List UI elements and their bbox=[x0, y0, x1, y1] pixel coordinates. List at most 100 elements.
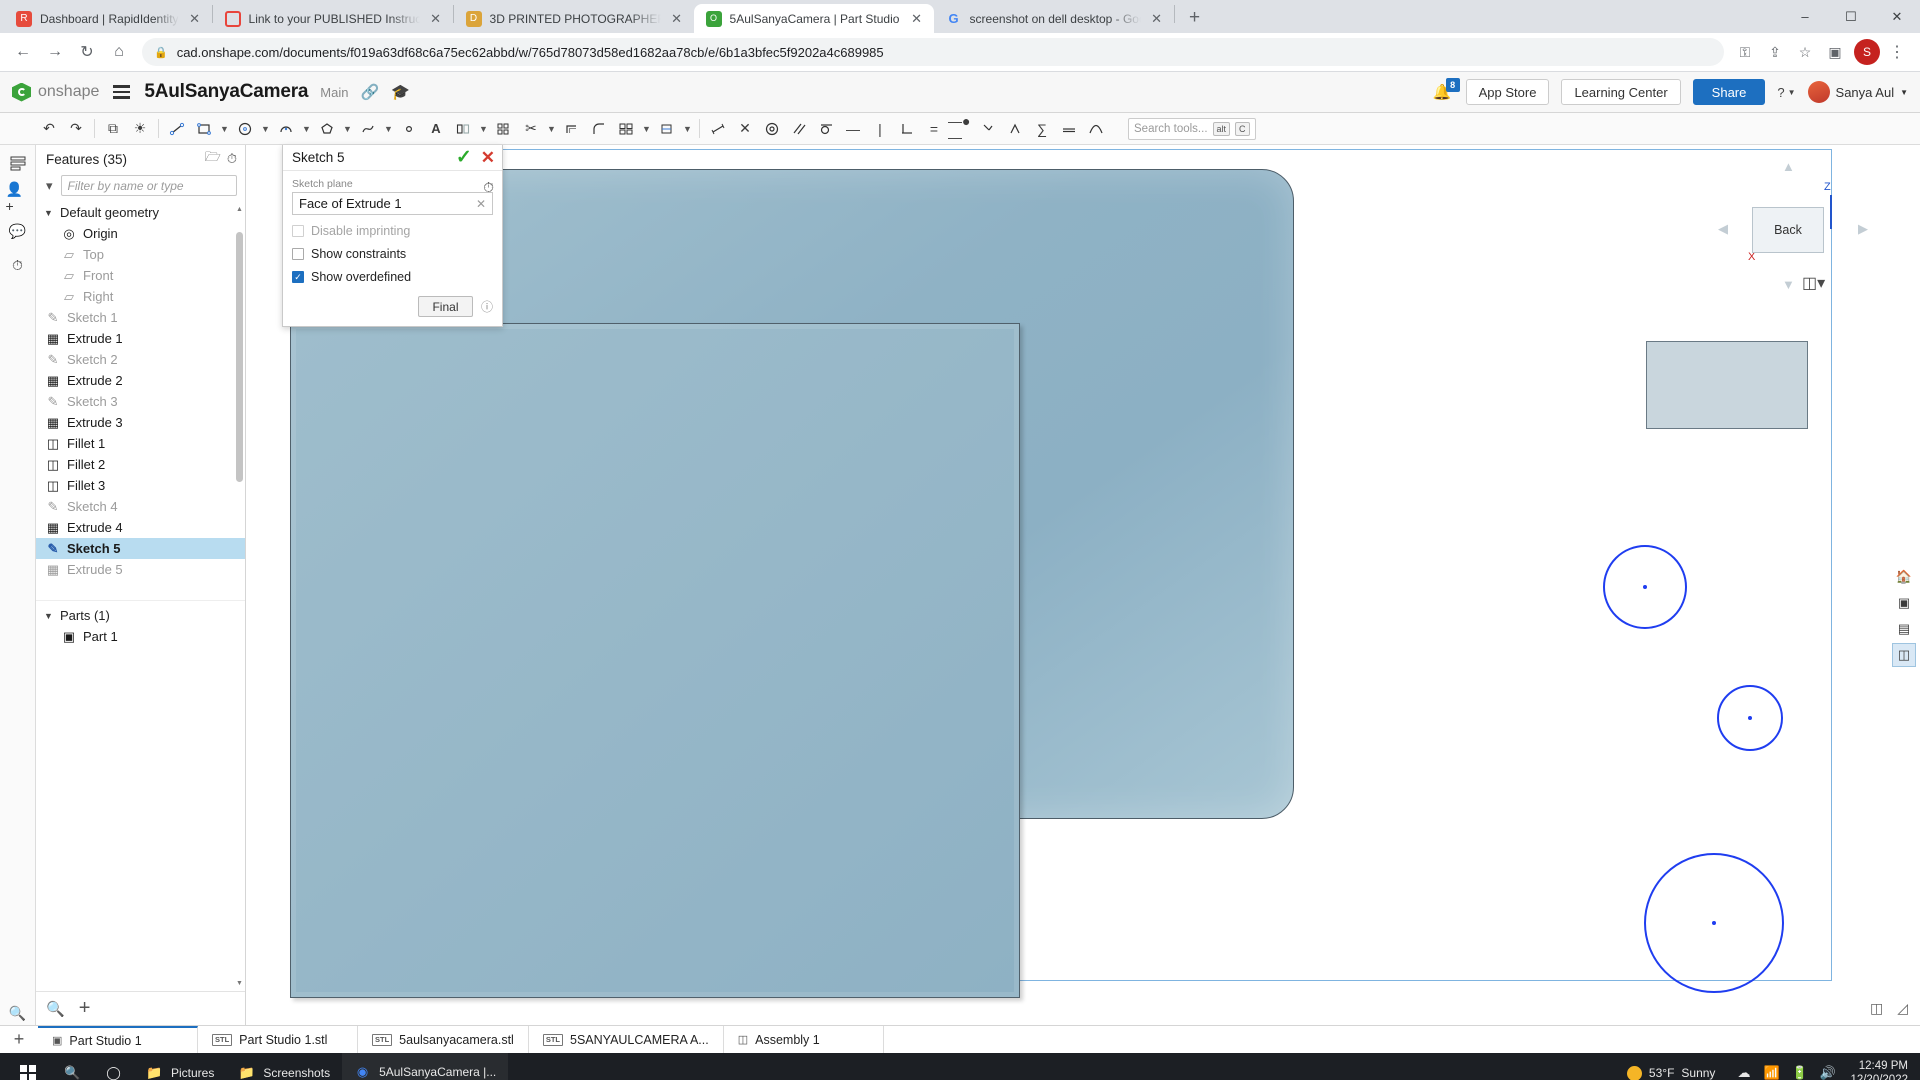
add-collaborator-icon[interactable]: 👤+ bbox=[6, 181, 30, 214]
add-tab-button[interactable]: + bbox=[0, 1026, 38, 1053]
checkbox-show-overdefined[interactable]: ✓ Show overdefined bbox=[292, 270, 493, 284]
share-icon[interactable]: ⇪ bbox=[1762, 39, 1788, 65]
minimize-button[interactable]: – bbox=[1782, 0, 1828, 33]
sketch-plane-field[interactable]: Face of Extrude 1 ✕ bbox=[292, 192, 493, 215]
grid-dropdown-icon[interactable]: ▼ bbox=[640, 116, 653, 142]
trim-dropdown-icon[interactable]: ▼ bbox=[545, 116, 558, 142]
concentric-icon[interactable] bbox=[759, 116, 785, 142]
home-icon[interactable]: ⌂ bbox=[104, 37, 134, 67]
normal-icon[interactable]: ∑ bbox=[1029, 116, 1055, 142]
tree-item-extrude-2[interactable]: ▦ Extrude 2 bbox=[36, 370, 245, 391]
new-tab-button[interactable]: + bbox=[1181, 4, 1209, 32]
search-tools-input[interactable]: Search tools... alt C bbox=[1128, 117, 1256, 140]
rectangle-dropdown-icon[interactable]: ▼ bbox=[218, 116, 231, 142]
close-icon[interactable]: ✕ bbox=[428, 11, 444, 27]
taskbar-item-chrome[interactable]: ◉ 5AulSanyaCamera |... bbox=[342, 1053, 509, 1080]
taskbar-item-screenshots[interactable]: 📁 Screenshots bbox=[226, 1053, 342, 1080]
filter-input[interactable]: Filter by name or type bbox=[60, 175, 237, 196]
maximize-button[interactable]: ☐ bbox=[1828, 0, 1874, 33]
midpoint-icon[interactable]: —●— bbox=[948, 113, 974, 145]
profile-avatar[interactable]: S bbox=[1854, 39, 1880, 65]
tree-item-front[interactable]: ▱ Front bbox=[36, 265, 245, 286]
back-icon[interactable]: ← bbox=[8, 37, 38, 67]
taskbar-cortana-button[interactable]: ◯ bbox=[93, 1053, 134, 1080]
history-icon[interactable]: ⏱ bbox=[483, 179, 494, 196]
doc-tab-part-studio-1[interactable]: ▣ Part Studio 1 bbox=[38, 1026, 198, 1053]
tree-scrollbar[interactable]: ▲ ▼ bbox=[236, 206, 243, 987]
add-icon[interactable]: + bbox=[79, 997, 91, 1020]
parallel-icon[interactable] bbox=[786, 116, 812, 142]
default-geometry-group[interactable]: ▼ Default geometry bbox=[36, 202, 245, 223]
camera-screen-face[interactable] bbox=[290, 323, 1020, 998]
taskbar-search-button[interactable]: 🔍 bbox=[52, 1053, 93, 1080]
browser-tab-4[interactable]: G screenshot on dell desktop - Goo ✕ bbox=[934, 4, 1174, 33]
line-icon[interactable] bbox=[164, 116, 190, 142]
sketch-circle-middle[interactable] bbox=[1717, 685, 1783, 751]
tangent-icon[interactable] bbox=[813, 116, 839, 142]
main-menu-icon[interactable] bbox=[111, 82, 132, 102]
new-folder-icon[interactable]: 🗁 bbox=[205, 148, 221, 170]
copy-icon[interactable]: ⧉ bbox=[100, 116, 126, 142]
taskbar-clock[interactable]: 12:49 PM 12/20/2022 bbox=[1846, 1059, 1920, 1080]
share-button[interactable]: Share bbox=[1692, 79, 1766, 105]
taskbar-weather[interactable]: 53°F Sunny bbox=[1617, 1065, 1726, 1080]
check-icon[interactable]: ✓ bbox=[456, 148, 472, 167]
checkbox-disable-imprinting[interactable]: Disable imprinting bbox=[292, 224, 493, 238]
rollback-icon[interactable]: ⏱ bbox=[227, 151, 237, 167]
tree-item-right[interactable]: ▱ Right bbox=[36, 286, 245, 307]
scroll-down-icon[interactable]: ▼ bbox=[236, 980, 243, 987]
symmetric-icon[interactable] bbox=[1002, 116, 1028, 142]
view-orientation-icon[interactable]: ◫▾ bbox=[1802, 273, 1825, 293]
tree-item-extrude-1[interactable]: ▦ Extrude 1 bbox=[36, 328, 245, 349]
home-view-icon[interactable]: 🏠 bbox=[1892, 565, 1916, 589]
dimension-icon[interactable] bbox=[705, 116, 731, 142]
view-left-arrow-icon[interactable]: ◀ bbox=[1718, 221, 1728, 237]
browser-menu-icon[interactable]: ⋮ bbox=[1882, 37, 1912, 67]
vertical-icon[interactable]: | bbox=[867, 116, 893, 142]
sketch-circle-top[interactable] bbox=[1603, 545, 1687, 629]
app-store-button[interactable]: App Store bbox=[1465, 79, 1550, 105]
key-icon[interactable]: ⚿ bbox=[1732, 39, 1758, 65]
browser-tab-1[interactable]: Link to your PUBLISHED Instructa ✕ bbox=[213, 4, 453, 33]
view-right-arrow-icon[interactable]: ▶ bbox=[1858, 221, 1868, 237]
tree-item-part-1[interactable]: ▣ Part 1 bbox=[36, 626, 245, 647]
link-icon[interactable]: 🔗 bbox=[360, 83, 379, 101]
appearance-icon[interactable]: ☀ bbox=[127, 116, 153, 142]
doc-tab-5aulsanyacamera-stl[interactable]: STL 5aulsanyacamera.stl bbox=[358, 1026, 529, 1053]
onshape-logo[interactable]: onshape bbox=[12, 82, 99, 102]
collinear-icon[interactable] bbox=[1056, 116, 1082, 142]
graduation-cap-icon[interactable]: 🎓 bbox=[391, 83, 410, 101]
expand-icon[interactable]: ◿ bbox=[1897, 1000, 1908, 1017]
tree-item-top[interactable]: ▱ Top bbox=[36, 244, 245, 265]
tree-item-extrude-5[interactable]: ▦ Extrude 5 bbox=[36, 559, 245, 580]
browser-tab-0[interactable]: R Dashboard | RapidIdentity ✕ bbox=[4, 4, 212, 33]
perpendicular-icon[interactable] bbox=[894, 116, 920, 142]
tree-item-fillet-3[interactable]: ◫ Fillet 3 bbox=[36, 475, 245, 496]
help-icon[interactable]: ⓘ bbox=[481, 298, 493, 315]
feature-list-icon[interactable] bbox=[6, 151, 30, 175]
mirror-icon[interactable] bbox=[450, 116, 476, 142]
volume-icon[interactable]: 🔊 bbox=[1819, 1065, 1836, 1080]
text-icon[interactable]: A bbox=[423, 116, 449, 142]
linear-pattern-icon[interactable] bbox=[491, 116, 517, 142]
close-icon[interactable]: ✕ bbox=[669, 11, 685, 27]
curvature-icon[interactable] bbox=[1083, 116, 1109, 142]
arc-dropdown-icon[interactable]: ▼ bbox=[300, 116, 313, 142]
star-icon[interactable]: ☆ bbox=[1792, 39, 1818, 65]
final-button[interactable]: Final bbox=[417, 296, 473, 317]
address-bar[interactable]: 🔒 cad.onshape.com/documents/f019a63df68c… bbox=[142, 38, 1724, 66]
rectangle-icon[interactable] bbox=[191, 116, 217, 142]
close-window-button[interactable]: ✕ bbox=[1874, 0, 1920, 33]
battery-icon[interactable]: 🔋 bbox=[1791, 1065, 1808, 1080]
parts-group[interactable]: ▼ Parts (1) bbox=[36, 605, 245, 626]
grid-icon[interactable] bbox=[613, 116, 639, 142]
forward-icon[interactable]: → bbox=[40, 37, 70, 67]
view-cube[interactable]: ◀ ▶ ▲ ▼ Z X Back ◫▾ bbox=[1718, 159, 1868, 299]
scrollbar-thumb[interactable] bbox=[236, 232, 243, 482]
close-icon[interactable]: ✕ bbox=[1149, 11, 1165, 27]
coincident-icon[interactable]: ✕ bbox=[732, 116, 758, 142]
browser-tab-3[interactable]: O 5AulSanyaCamera | Part Studio 1 ✕ bbox=[693, 4, 934, 33]
equal-icon[interactable]: = bbox=[921, 116, 947, 142]
polygon-icon[interactable] bbox=[314, 116, 340, 142]
taskbar-item-pictures[interactable]: 📁 Pictures bbox=[134, 1053, 226, 1080]
